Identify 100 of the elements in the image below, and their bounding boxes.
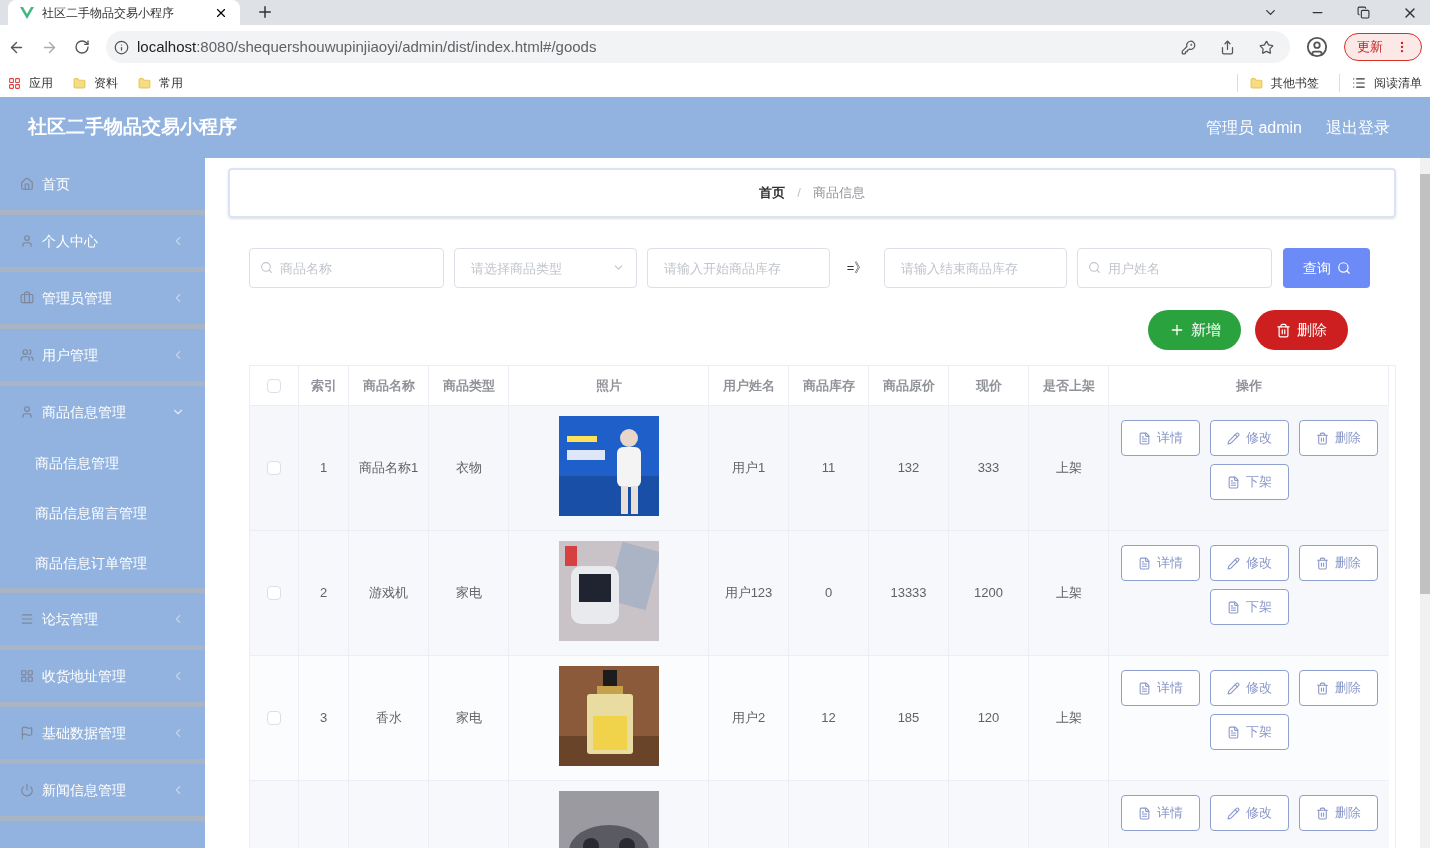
- update-button[interactable]: 更新: [1344, 33, 1422, 61]
- sidebar-item[interactable]: 用户管理: [0, 329, 205, 381]
- table-cell-text: 用户1: [731, 459, 766, 478]
- delete-button[interactable]: 删除: [1298, 670, 1378, 706]
- star-icon[interactable]: [1259, 39, 1274, 55]
- browser-tab[interactable]: 社区二手物品交易小程序: [8, 0, 240, 25]
- details-button[interactable]: 详情: [1120, 670, 1200, 706]
- profile-icon[interactable]: [1306, 36, 1328, 58]
- delete-button[interactable]: 删除: [1298, 545, 1378, 581]
- sidebar-item[interactable]: 基础数据管理: [0, 707, 205, 759]
- submenu-item[interactable]: 商品信息订单管理: [0, 538, 205, 588]
- column-header: 商品库存: [802, 376, 855, 395]
- reload-icon[interactable]: [74, 39, 90, 55]
- filter-field[interactable]: 请输入开始商品库存: [647, 248, 830, 288]
- unlist-button[interactable]: 下架: [1209, 589, 1289, 625]
- restore-icon[interactable]: [1357, 6, 1370, 19]
- bookmark[interactable]: 应用: [8, 74, 53, 92]
- filter-field[interactable]: 请输入结束商品库存: [884, 248, 1067, 288]
- table-cell-text: 1: [319, 459, 328, 478]
- checkbox[interactable]: [267, 711, 281, 725]
- table-cell-text: 13333: [890, 584, 927, 603]
- table-cell-text: 衣物: [455, 459, 482, 478]
- sidebar-item[interactable]: 论坛管理: [0, 593, 205, 645]
- query-button[interactable]: 查询: [1283, 248, 1370, 288]
- filter-field[interactable]: 用户姓名: [1077, 248, 1272, 288]
- menu-item-icon: [20, 348, 34, 362]
- table-cell-text: 120: [977, 709, 1000, 728]
- table-cell-text: 11: [821, 459, 836, 478]
- tab-title: 社区二手物品交易小程序: [42, 4, 175, 22]
- list-icon: [1352, 76, 1366, 90]
- menu-item-icon: [20, 669, 34, 683]
- table-cell-text: 185: [897, 709, 920, 728]
- sidebar-item[interactable]: 首页: [0, 158, 205, 210]
- trash-icon: [1315, 431, 1329, 445]
- details-button[interactable]: 详情: [1120, 795, 1200, 831]
- edit-button[interactable]: 修改: [1209, 670, 1289, 706]
- folder-icon: [73, 76, 86, 90]
- type-select[interactable]: 请选择商品类型: [454, 248, 637, 288]
- menu-item-icon: [20, 177, 34, 191]
- details-button[interactable]: 详情: [1120, 545, 1200, 581]
- unlist-button[interactable]: 下架: [1209, 714, 1289, 750]
- column-header: 照片: [595, 376, 622, 395]
- table-cell-text: 香水: [375, 709, 402, 728]
- folder-icon: [138, 76, 151, 90]
- table-cell-text: 商品名称1: [358, 459, 419, 478]
- info-icon: [114, 39, 129, 55]
- checkbox[interactable]: [267, 586, 281, 600]
- document-icon: [1137, 556, 1151, 570]
- submenu-item[interactable]: 商品信息管理: [0, 438, 205, 488]
- submenu-item[interactable]: 商品信息留言管理: [0, 488, 205, 538]
- add-button[interactable]: 新增: [1148, 310, 1241, 350]
- details-button[interactable]: 详情: [1120, 420, 1200, 456]
- sidebar-item[interactable]: 收货地址管理: [0, 650, 205, 702]
- sidebar-item[interactable]: 新闻信息管理: [0, 764, 205, 816]
- v-logo-icon: [20, 6, 34, 19]
- search-icon: [1336, 261, 1351, 275]
- search-icon: [260, 261, 273, 274]
- column-header: 用户姓名: [722, 376, 775, 395]
- app-title: 社区二手物品交易小程序: [28, 115, 237, 140]
- table-cell-text: 3: [319, 709, 328, 728]
- sidebar-item[interactable]: 个人中心: [0, 215, 205, 267]
- table-cell-text: 12: [821, 709, 836, 728]
- document-icon: [1226, 725, 1240, 739]
- table-cell-text: 家电: [455, 584, 482, 603]
- bookmark[interactable]: 阅读清单: [1339, 74, 1422, 92]
- breadcrumb-item[interactable]: 商品信息: [812, 183, 865, 203]
- bookmark[interactable]: 常用: [138, 74, 183, 92]
- delete-button[interactable]: 删除: [1255, 310, 1348, 350]
- key-icon[interactable]: [1181, 39, 1196, 55]
- share-icon[interactable]: [1220, 39, 1235, 55]
- new-tab-icon[interactable]: [256, 3, 274, 21]
- filter-field[interactable]: 商品名称: [249, 248, 444, 288]
- column-header: 商品原价: [882, 376, 935, 395]
- checkbox[interactable]: [267, 461, 281, 475]
- table-cell-text: 0: [824, 584, 833, 603]
- edit-button[interactable]: 修改: [1209, 545, 1289, 581]
- column-header: 现价: [975, 376, 1002, 395]
- checkbox[interactable]: [267, 378, 281, 393]
- breadcrumb-item[interactable]: 首页: [759, 183, 786, 203]
- sidebar-item[interactable]: 管理员管理: [0, 272, 205, 324]
- bookmark[interactable]: 资料: [73, 74, 118, 92]
- document-icon: [1226, 600, 1240, 614]
- delete-button[interactable]: 删除: [1298, 420, 1378, 456]
- trash-icon: [1315, 556, 1329, 570]
- document-icon: [1137, 431, 1151, 445]
- menu-item-icon: [20, 234, 34, 248]
- sidebar-item[interactable]: 商品信息管理: [0, 386, 205, 438]
- edit-button[interactable]: 修改: [1209, 420, 1289, 456]
- bookmark[interactable]: 其他书签: [1237, 74, 1319, 92]
- table-cell-text: 上架: [1055, 709, 1082, 728]
- search-icon: [1088, 261, 1101, 274]
- edit-button[interactable]: 修改: [1209, 795, 1289, 831]
- unlist-button[interactable]: 下架: [1209, 464, 1289, 500]
- address-bar[interactable]: localhost:8080/shequershouwupinjiaoyi/admin/dist/index.html#/goods: [106, 31, 1290, 63]
- table-cell-text: 用户2: [731, 709, 766, 728]
- trash-icon: [1315, 681, 1329, 695]
- logout-link[interactable]: 退出登录: [1326, 115, 1390, 140]
- column-header: 索引: [310, 376, 337, 395]
- column-header: 商品类型: [442, 376, 495, 395]
- delete-button[interactable]: 删除: [1298, 795, 1378, 831]
